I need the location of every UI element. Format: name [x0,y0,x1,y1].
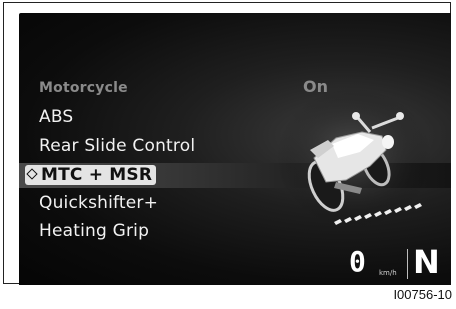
figure-id: I00756-10 [393,287,452,302]
menu-item-mtc-msr[interactable]: MTC + MSR [25,165,157,185]
menu-item-quickshifter[interactable]: Quickshifter+ [39,193,158,213]
motorcycle-icon [276,88,432,228]
menu-item-rear-slide-control[interactable]: Rear Slide Control [39,136,195,156]
dashboard-screen: Motorcycle On ABS Rear Slide Control MTC… [19,13,451,285]
menu-item-mtc-msr-label: MTC + MSR [41,165,153,185]
status-divider [407,249,408,279]
menu-item-abs[interactable]: ABS [39,107,73,127]
gear-indicator: N [413,243,440,281]
menu-header: Motorcycle [39,80,128,96]
speed-unit: km/h [379,269,397,277]
menu-item-heating-grip[interactable]: Heating Grip [39,221,149,241]
speed-readout: 0 [349,245,366,278]
